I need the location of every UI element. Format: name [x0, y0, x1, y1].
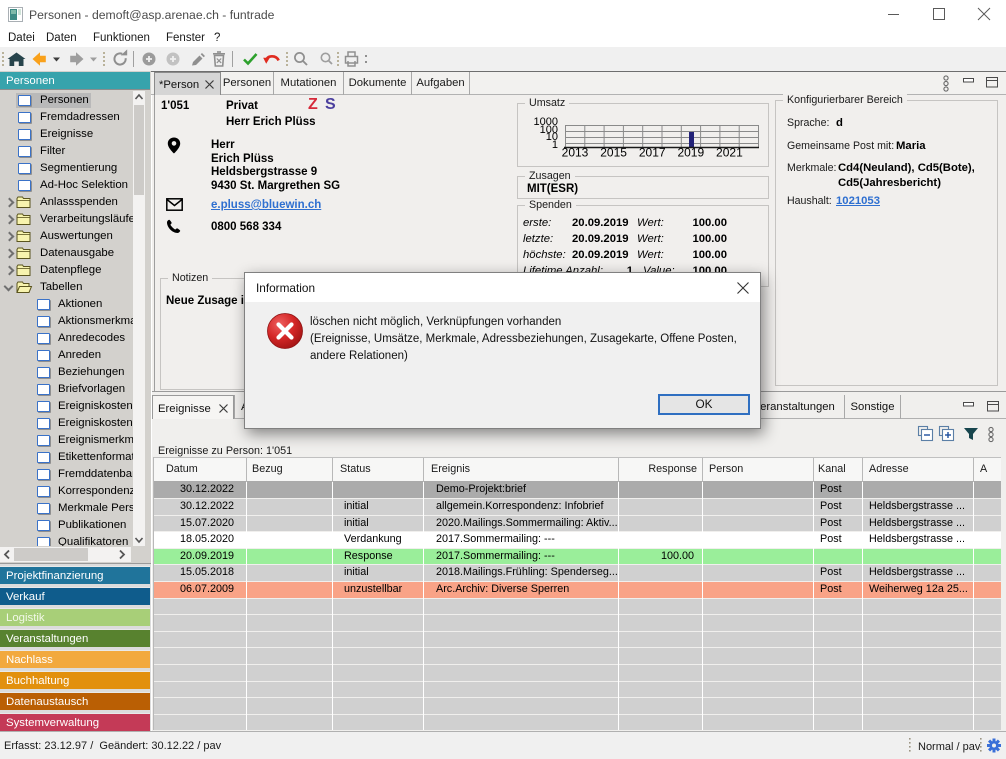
- svg-text:2017: 2017: [639, 146, 666, 160]
- svg-text:2019: 2019: [677, 146, 704, 160]
- svg-text:2013: 2013: [562, 146, 589, 160]
- svg-text:2021: 2021: [716, 146, 743, 160]
- svg-text:2015: 2015: [600, 146, 627, 160]
